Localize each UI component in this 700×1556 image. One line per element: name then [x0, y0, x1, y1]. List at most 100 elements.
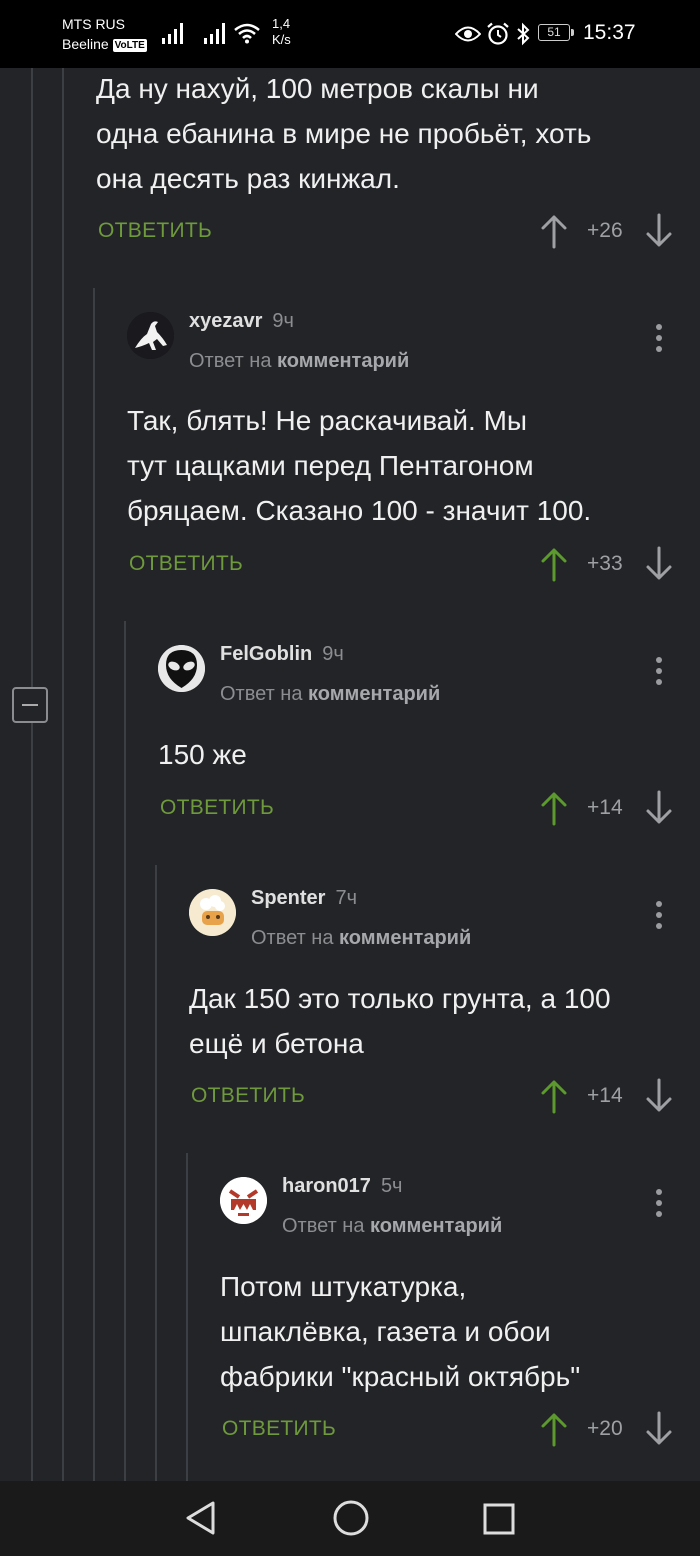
back-icon[interactable]	[183, 1499, 219, 1537]
text-line: бряцаем. Сказано 100 - значит 100.	[127, 495, 592, 526]
comment-score: +20	[587, 1417, 623, 1440]
comment-text: Так, блять! Не раскачивай. Мы тут цацкам…	[127, 398, 676, 533]
reply-button[interactable]: ОТВЕТИТЬ	[222, 1417, 336, 1441]
reply-target-link[interactable]: комментарий	[370, 1215, 502, 1237]
comment-author[interactable]: haron017 5ч	[282, 1175, 402, 1198]
reply-button[interactable]: ОТВЕТИТЬ	[129, 552, 243, 576]
text-line: фабрики "красный октябрь"	[220, 1361, 581, 1392]
text-line: шпаклёвка, газета и обои	[220, 1316, 551, 1347]
text-line: Потом штукатурка,	[220, 1271, 467, 1302]
reply-prefix: Ответ на	[220, 683, 303, 705]
net-speed-unit: K/s	[272, 32, 291, 47]
comment-text: 150 же	[158, 732, 676, 777]
upvote-arrow-icon[interactable]	[539, 213, 569, 249]
upvote-arrow-icon[interactable]	[539, 1078, 569, 1114]
text-line: тут цацками перед Пентагоном	[127, 450, 534, 481]
more-options-icon[interactable]	[656, 901, 662, 934]
downvote-arrow-icon[interactable]	[644, 213, 674, 249]
signal-icon	[204, 23, 225, 44]
thread-line	[186, 1153, 188, 1481]
comment: FelGoblin 9ч Ответ на комментарий 150 же …	[158, 643, 676, 835]
comment-text: Да ну нахуй, 100 метров скалы ни одна еб…	[96, 66, 676, 201]
net-speed-value: 1,4	[272, 16, 291, 31]
comment-time: 9ч	[322, 643, 344, 665]
carrier-2: Beeline	[62, 36, 109, 52]
avatar[interactable]	[127, 312, 174, 359]
reply-button[interactable]: ОТВЕТИТЬ	[160, 796, 274, 820]
collapse-thread-button[interactable]	[12, 687, 48, 723]
upvote-arrow-icon[interactable]	[539, 790, 569, 826]
comment-score: +33	[587, 552, 623, 575]
thread-line	[62, 68, 64, 1481]
text-line: Дак 150 это только грунта, а 100	[189, 983, 611, 1014]
status-bar: MTS RUS Beeline VoLTE 1,4 K/s 51 15:37	[0, 0, 700, 68]
thread-line	[124, 621, 126, 1481]
carrier-1: MTS RUS	[62, 16, 125, 32]
thread-line	[155, 865, 157, 1481]
comment-time: 5ч	[380, 1175, 403, 1197]
home-icon[interactable]	[332, 1499, 370, 1537]
text-line: ещё и бетона	[189, 1028, 364, 1059]
comment-score: +14	[587, 1084, 623, 1107]
author-name[interactable]: xyezavr	[189, 310, 262, 332]
reply-target-link[interactable]: комментарий	[339, 927, 471, 949]
wifi-icon	[234, 23, 260, 44]
comment-author[interactable]: FelGoblin 9ч	[220, 643, 344, 666]
bluetooth-icon	[517, 22, 530, 46]
comment-author[interactable]: xyezavr 9ч	[189, 310, 294, 333]
comment-author[interactable]: Spenter 7ч	[251, 887, 357, 910]
clock: 15:37	[583, 21, 636, 44]
comment-actions: ОТВЕТИТЬ +26	[96, 211, 676, 251]
text-line: Так, блять! Не раскачивай. Мы	[127, 405, 528, 436]
reply-to-label: Ответ на комментарий	[220, 683, 440, 706]
robot-avatar-icon	[220, 1177, 267, 1224]
upvote-arrow-icon[interactable]	[539, 546, 569, 582]
volte-badge: VoLTE	[112, 39, 147, 52]
author-name[interactable]: Spenter	[251, 887, 325, 909]
alarm-icon	[487, 22, 509, 45]
comment-text: Потом штукатурка, шпаклёвка, газета и об…	[220, 1264, 676, 1399]
comment-actions: ОТВЕТИТЬ +20	[220, 1409, 676, 1449]
comment: haron017 5ч Ответ на комментарий Потом шт…	[220, 1175, 676, 1457]
comment-actions: ОТВЕТИТЬ +14	[158, 788, 676, 828]
comment-time: 9ч	[272, 310, 294, 332]
comment: xyezavr 9ч Ответ на комментарий Так, блят…	[127, 310, 676, 592]
reply-to-label: Ответ на комментарий	[189, 350, 409, 373]
downvote-arrow-icon[interactable]	[644, 1411, 674, 1447]
upvote-arrow-icon[interactable]	[539, 1411, 569, 1447]
reply-to-label: Ответ на комментарий	[282, 1215, 502, 1238]
dinosaur-avatar-icon	[127, 312, 174, 359]
downvote-arrow-icon[interactable]	[644, 1078, 674, 1114]
author-name[interactable]: FelGoblin	[220, 643, 312, 665]
carrier-info: MTS RUS Beeline VoLTE	[62, 14, 147, 54]
text-line: одна ебанина в мире не пробьёт, хоть	[96, 118, 592, 149]
reply-target-link[interactable]: комментарий	[308, 683, 440, 705]
reply-target-link[interactable]: комментарий	[277, 350, 409, 372]
thread-line	[93, 288, 95, 1481]
text-line: 150 же	[158, 739, 247, 770]
text-line: Да ну нахуй, 100 метров скалы ни	[96, 73, 539, 104]
alien-avatar-icon	[158, 645, 205, 692]
comment: Да ну нахуй, 100 метров скалы ни одна еб…	[96, 68, 676, 258]
text-line: она десять раз кинжал.	[96, 163, 400, 194]
downvote-arrow-icon[interactable]	[644, 546, 674, 582]
comment-score: +14	[587, 796, 623, 819]
more-options-icon[interactable]	[656, 1189, 662, 1222]
comment-text: Дак 150 это только грунта, а 100 ещё и б…	[189, 976, 676, 1066]
thread-line	[31, 723, 33, 1481]
reply-button[interactable]: ОТВЕТИТЬ	[191, 1084, 305, 1108]
net-speed: 1,4 K/s	[272, 16, 291, 48]
reply-button[interactable]: ОТВЕТИТЬ	[98, 219, 212, 243]
battery-icon: 51	[538, 24, 574, 41]
avatar[interactable]	[220, 1177, 267, 1224]
more-options-icon[interactable]	[656, 324, 662, 357]
avatar[interactable]	[158, 645, 205, 692]
signal-icon	[162, 23, 183, 44]
eye-icon	[455, 26, 481, 42]
author-name[interactable]: haron017	[282, 1175, 371, 1197]
recent-apps-icon[interactable]	[481, 1501, 517, 1537]
comment-actions: ОТВЕТИТЬ +14	[189, 1076, 676, 1116]
avatar[interactable]	[189, 889, 236, 936]
downvote-arrow-icon[interactable]	[644, 790, 674, 826]
more-options-icon[interactable]	[656, 657, 662, 690]
